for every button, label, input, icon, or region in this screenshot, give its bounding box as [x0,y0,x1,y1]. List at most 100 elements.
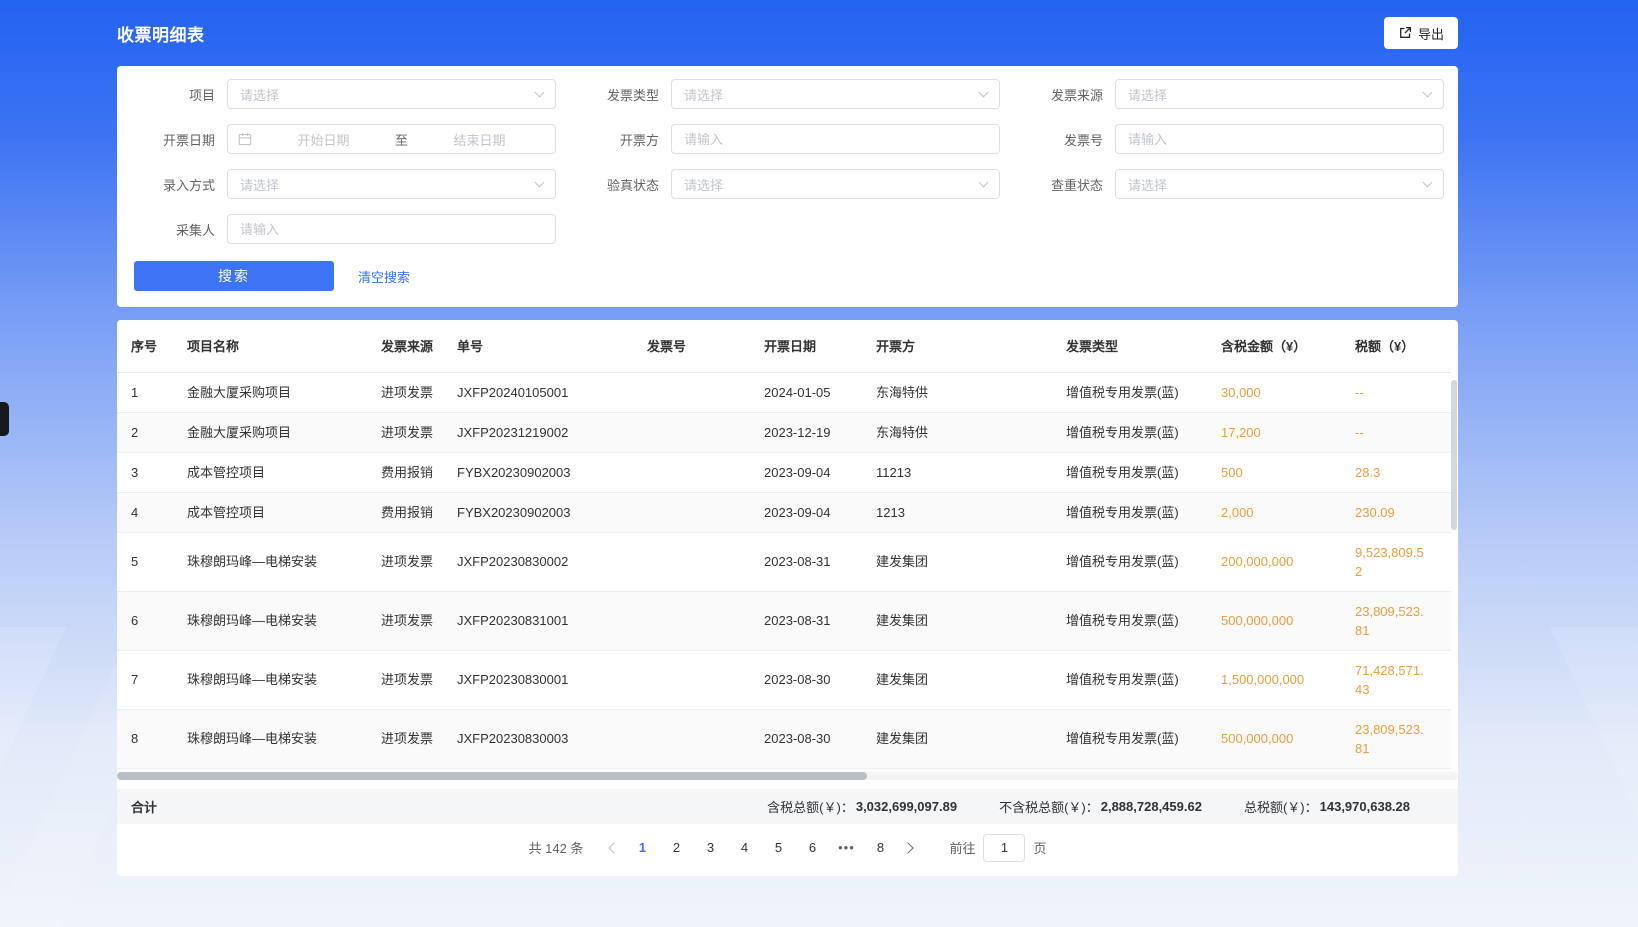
horizontal-scrollbar-thumb[interactable] [117,772,867,780]
cell-index: 3 [117,452,173,492]
cell-amount_excl_tax: 471.7 [1437,452,1451,492]
cell-issuer: 1213 [862,492,1052,532]
chevron-down-icon [979,87,989,97]
cell-invoice_source: 进项发票 [367,709,443,768]
page-button-3[interactable]: 3 [695,834,725,862]
table-row[interactable]: 2金融大厦采购项目进项发票JXFP202312190022023-12-19东海… [117,412,1451,452]
table-row[interactable]: 4成本管控项目费用报销FYBX202309020032023-09-041213… [117,492,1451,532]
invoice-source-select[interactable]: 请选择 [1115,79,1444,109]
chevron-down-icon [535,87,545,97]
summary-amount-incl-tax: 含税总额(￥)： 3,032,699,097.89 [767,797,957,816]
goto-input-wrap [983,834,1025,862]
pagination-pages: 123456•••8 [625,834,897,862]
invoice-date-field: 开票日期 开始日期 至 结束日期 [117,124,561,154]
cell-project_name: 珠穆朗玛峰—电梯安装 [173,650,367,709]
cell-invoice_type: 增值税专用发票(蓝) [1052,532,1207,591]
cell-amount_excl_tax: 190,476,190.48 [1437,532,1451,591]
table-row[interactable]: 5珠穆朗玛峰—电梯安装进项发票JXFP202308300022023-08-31… [117,532,1451,591]
summary-amount-excl-tax: 不含税总额(￥)： 2,888,728,459.62 [999,797,1202,816]
cell-doc_no: JXFP20230830003 [443,709,633,768]
invoice-no-input[interactable] [1116,125,1443,153]
duplicate-status-select[interactable]: 请选择 [1115,169,1444,199]
cell-invoice_date: 2023-08-31 [750,532,862,591]
page-button-8[interactable]: 8 [865,834,895,862]
calendar-icon [238,132,252,146]
clear-search-link[interactable]: 清空搜索 [358,267,410,286]
drawer-handle[interactable] [0,402,9,436]
table-row[interactable]: 7珠穆朗玛峰—电梯安装进项发票JXFP202308300012023-08-30… [117,650,1451,709]
cell-project_name: 金融大厦采购项目 [173,372,367,412]
cell-invoice_no [633,372,750,412]
invoice-type-select-placeholder: 请选择 [684,85,723,104]
app-background: 收票明细表 导出 项目 请选择 [0,0,1638,927]
page-button-2[interactable]: 2 [661,834,691,862]
column-header-project_name: 项目名称 [173,320,367,372]
cell-invoice_date: 2024-01-05 [750,372,862,412]
pagination-ellipsis[interactable]: ••• [831,834,861,862]
table-header-row: 序号项目名称发票来源单号发票号开票日期开票方发票类型含税金额（¥）税额（¥）不含… [117,320,1451,372]
page-button-4[interactable]: 4 [729,834,759,862]
cell-invoice_source: 进项发票 [367,650,443,709]
cell-project_name: 珠穆朗玛峰—电梯安装 [173,709,367,768]
table-row[interactable]: 8珠穆朗玛峰—电梯安装进项发票JXFP202308300032023-08-30… [117,709,1451,768]
cell-issuer: 11213 [862,452,1052,492]
column-header-invoice_type: 发票类型 [1052,320,1207,372]
table-row[interactable]: 6珠穆朗玛峰—电梯安装进项发票JXFP202308310012023-08-31… [117,591,1451,650]
cell-doc_no: JXFP20230831001 [443,591,633,650]
cell-amount_incl_tax: 2,000 [1207,492,1341,532]
cell-doc_no: FYBX20230902003 [443,492,633,532]
export-button[interactable]: 导出 [1384,17,1458,49]
cell-invoice_type: 增值税专用发票(蓝) [1052,452,1207,492]
invoice-type-label: 发票类型 [561,85,659,104]
table-row[interactable]: 1金融大厦采购项目进项发票JXFP202401050012024-01-05东海… [117,372,1451,412]
summary-total-label: 合计 [131,797,157,816]
search-button[interactable]: 搜索 [134,261,334,291]
cell-project_name: 成本管控项目 [173,452,367,492]
invoice-date-label: 开票日期 [117,130,215,149]
issuer-input[interactable] [672,125,999,153]
page-button-5[interactable]: 5 [763,834,793,862]
page-button-1[interactable]: 1 [627,834,657,862]
summary-value: 143,970,638.28 [1320,799,1410,814]
invoice-source-label: 发票来源 [1005,85,1103,104]
next-page-button[interactable] [897,834,923,862]
column-header-index: 序号 [117,320,173,372]
invoice-no-label: 发票号 [1005,130,1103,149]
filter-actions: 搜索 清空搜索 [134,261,1458,291]
entry-method-select[interactable]: 请选择 [227,169,556,199]
start-date-placeholder[interactable]: 开始日期 [258,130,389,149]
end-date-placeholder[interactable]: 结束日期 [414,130,545,149]
goto-unit: 页 [1033,838,1046,857]
cell-tax_amount: -- [1341,412,1437,452]
table-row[interactable]: 3成本管控项目费用报销FYBX202309020032023-09-041121… [117,452,1451,492]
table-scroll-area: 序号项目名称发票来源单号发票号开票日期开票方发票类型含税金额（¥）税额（¥）不含… [117,320,1451,769]
invoice-type-select[interactable]: 请选择 [671,79,1000,109]
column-header-amount_incl_tax: 含税金额（¥） [1207,320,1341,372]
goto-page-input[interactable] [984,835,1024,861]
vertical-scrollbar-thumb[interactable] [1451,380,1457,530]
prev-page-button[interactable] [599,834,625,862]
collector-input[interactable] [228,215,555,243]
cell-amount_incl_tax: 500,000,000 [1207,709,1341,768]
cell-doc_no: FYBX20230902003 [443,452,633,492]
cell-amount_incl_tax: 17,200 [1207,412,1341,452]
verify-status-select[interactable]: 请选择 [671,169,1000,199]
cell-issuer: 建发集团 [862,650,1052,709]
verify-status-label: 验真状态 [561,175,659,194]
cell-tax_amount: 28.3 [1341,452,1437,492]
project-select[interactable]: 请选择 [227,79,556,109]
summary-label: 含税总额(￥)： [767,797,854,816]
cell-amount_incl_tax: 500 [1207,452,1341,492]
invoice-date-range-picker[interactable]: 开始日期 至 结束日期 [227,124,556,154]
export-icon [1398,26,1412,40]
invoice-no-input-wrap [1115,124,1444,154]
summary-groups: 含税总额(￥)： 3,032,699,097.89 不含税总额(￥)： 2,88… [767,797,1410,816]
page-button-6[interactable]: 6 [797,834,827,862]
cell-tax_amount: -- [1341,372,1437,412]
date-range-separator: 至 [389,130,414,149]
cell-invoice_type: 增值税专用发票(蓝) [1052,591,1207,650]
goto-label: 前往 [949,838,975,857]
cell-project_name: 成本管控项目 [173,492,367,532]
horizontal-scrollbar[interactable] [117,772,1458,780]
filter-row: 开票日期 开始日期 至 结束日期 [117,124,1458,154]
